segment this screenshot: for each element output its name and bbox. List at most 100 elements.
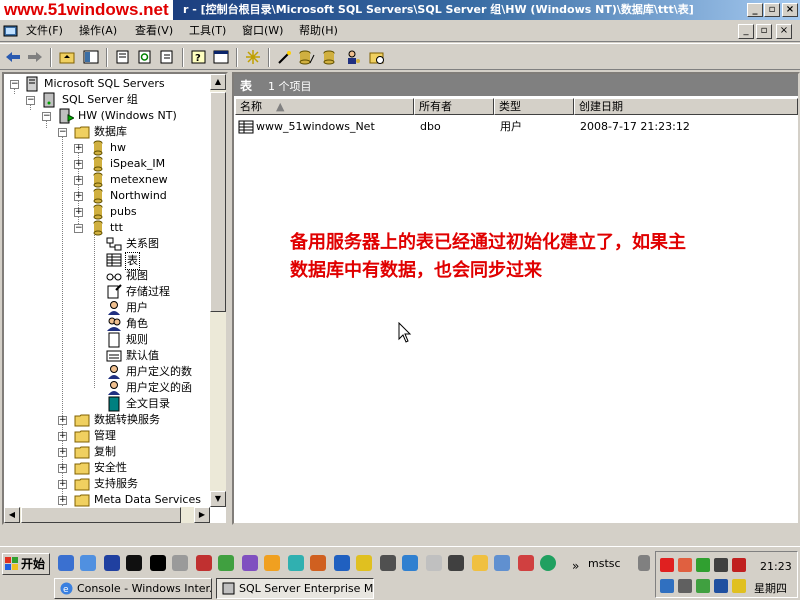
scroll-thumb[interactable] (21, 507, 181, 523)
tool-quicklaunch-icon[interactable] (402, 555, 418, 571)
tree-node-replication[interactable]: + 复制 (4, 444, 210, 460)
tool-quicklaunch-icon[interactable] (264, 555, 280, 571)
database-button[interactable] (320, 49, 338, 65)
expand-toggle[interactable]: + (74, 160, 83, 169)
collapse-toggle[interactable]: − (42, 112, 51, 121)
help-button[interactable]: ? (190, 49, 208, 65)
expand-toggle[interactable]: + (58, 448, 67, 457)
expand-toggle[interactable]: + (58, 464, 67, 473)
tray-icon[interactable] (696, 579, 710, 593)
wizard-button[interactable] (276, 49, 294, 65)
tree-node-users[interactable]: 用户 (4, 300, 210, 316)
menu-action[interactable]: 操作(A) (79, 23, 117, 39)
tree-node-roles[interactable]: 角色 (4, 316, 210, 332)
mstsc-label[interactable]: mstsc (588, 557, 621, 570)
tree-node-db-ttt[interactable]: − ttt (4, 220, 210, 236)
tray-icon[interactable] (660, 558, 674, 572)
new-database-button[interactable] (298, 49, 316, 65)
collapse-toggle[interactable]: − (26, 96, 35, 105)
menu-view[interactable]: 查看(V) (135, 23, 173, 39)
column-header-owner[interactable]: 所有者 (414, 98, 494, 115)
menu-file[interactable]: 文件(F) (26, 23, 63, 39)
scroll-thumb[interactable] (210, 92, 226, 312)
collapse-toggle[interactable]: − (74, 224, 83, 233)
task-button-console[interactable]: e Console - Windows Inter... (54, 578, 212, 599)
tree-node-stored-procs[interactable]: 存储过程 (4, 284, 210, 300)
tree-node-diagrams[interactable]: 关系图 (4, 236, 210, 252)
scroll-down-button[interactable]: ▼ (210, 491, 226, 507)
quicklaunch-more-icon[interactable]: » (572, 559, 579, 573)
mdi-restore-button[interactable]: ▫ (756, 24, 772, 39)
cmd-quicklaunch-icon[interactable] (126, 555, 142, 571)
tree-node-db-ispeak[interactable]: + iSpeak_IM (4, 156, 210, 172)
clock-time[interactable]: 21:23 (760, 560, 792, 573)
tool-quicklaunch-icon[interactable] (448, 555, 464, 571)
tool-quicklaunch-icon[interactable] (172, 555, 188, 571)
expand-toggle[interactable]: + (58, 496, 67, 505)
menu-tools[interactable]: 工具(T) (189, 23, 226, 39)
tray-icon[interactable] (678, 558, 692, 572)
tray-icon[interactable] (678, 579, 692, 593)
tree-node-defaults[interactable]: 默认值 (4, 348, 210, 364)
tree-node-user-functions[interactable]: 用户定义的函 (4, 380, 210, 396)
maximize-button[interactable]: ▫ (764, 3, 780, 17)
scroll-right-button[interactable]: ▶ (194, 507, 210, 523)
tray-icon[interactable] (732, 558, 746, 572)
tool-quicklaunch-icon[interactable] (196, 555, 212, 571)
help-topics-button[interactable] (212, 49, 230, 65)
up-one-level-button[interactable] (58, 49, 76, 65)
tree-node-db-pubs[interactable]: + pubs (4, 204, 210, 220)
start-button[interactable]: 开始 (2, 553, 50, 575)
column-header-name[interactable]: 名称 ▲ (235, 98, 414, 115)
expand-toggle[interactable]: + (74, 176, 83, 185)
tree-node-dts[interactable]: + 数据转换服务 (4, 412, 210, 428)
tree-node-databases[interactable]: − 数据库 (4, 124, 210, 140)
tray-icon[interactable] (696, 558, 710, 572)
job-button[interactable] (368, 49, 386, 65)
console-app-icon[interactable] (3, 23, 19, 39)
tool-quicklaunch-icon[interactable] (380, 555, 396, 571)
new-login-button[interactable] (344, 49, 362, 65)
tree-node-server[interactable]: − HW (Windows NT) (4, 108, 210, 124)
menu-help[interactable]: 帮助(H) (299, 23, 338, 39)
collapse-toggle[interactable]: − (58, 128, 67, 137)
tray-icon[interactable] (714, 579, 728, 593)
tree-node-fulltext[interactable]: 全文目录 (4, 396, 210, 412)
new-item-button[interactable] (244, 49, 262, 65)
console-tree[interactable]: − Microsoft SQL Servers − SQL Server 组 −… (2, 72, 228, 525)
expand-toggle[interactable]: + (74, 192, 83, 201)
expand-toggle[interactable]: + (58, 480, 67, 489)
task-button-sql-enterprise[interactable]: SQL Server Enterprise M... (216, 578, 374, 599)
mstsc-icon[interactable] (638, 555, 650, 571)
expand-toggle[interactable]: + (58, 416, 67, 425)
tray-icon[interactable] (714, 558, 728, 572)
mdi-close-button[interactable]: × (776, 24, 792, 39)
column-header-created[interactable]: 创建日期 (574, 98, 798, 115)
tool-quicklaunch-icon[interactable] (540, 555, 556, 571)
tool-quicklaunch-icon[interactable] (242, 555, 258, 571)
tree-horizontal-scrollbar[interactable]: ◀ ▶ (4, 507, 210, 523)
minimize-button[interactable]: _ (747, 3, 763, 17)
back-button[interactable] (4, 49, 22, 65)
export-list-button[interactable] (158, 49, 176, 65)
show-hide-tree-button[interactable] (82, 49, 100, 65)
tree-node-support-services[interactable]: + 支持服务 (4, 476, 210, 492)
tray-icon[interactable] (660, 579, 674, 593)
tree-vertical-scrollbar[interactable]: ▲ ▼ (210, 74, 226, 507)
expand-toggle[interactable]: + (74, 144, 83, 153)
scroll-up-button[interactable]: ▲ (210, 74, 226, 90)
tool-quicklaunch-icon[interactable] (426, 555, 442, 571)
mdi-minimize-button[interactable]: _ (738, 24, 754, 39)
tree-node-rules[interactable]: 规则 (4, 332, 210, 348)
tool-quicklaunch-icon[interactable] (310, 555, 326, 571)
tree-node-db-metexnew[interactable]: + metexnew (4, 172, 210, 188)
expand-toggle[interactable]: + (74, 208, 83, 217)
tree-node-views[interactable]: 视图 (4, 268, 210, 284)
tree-node-user-types[interactable]: 用户定义的数 (4, 364, 210, 380)
tray-icon[interactable] (732, 579, 746, 593)
tool-quicklaunch-icon[interactable] (518, 555, 534, 571)
details-pane[interactable]: 表 1 个项目 名称 ▲ 所有者 类型 创建日期 www_51windows_N… (232, 72, 800, 525)
tree-node-root[interactable]: − Microsoft SQL Servers (4, 76, 210, 92)
collapse-toggle[interactable]: − (10, 80, 19, 89)
ie-quicklaunch-icon[interactable] (58, 555, 74, 571)
